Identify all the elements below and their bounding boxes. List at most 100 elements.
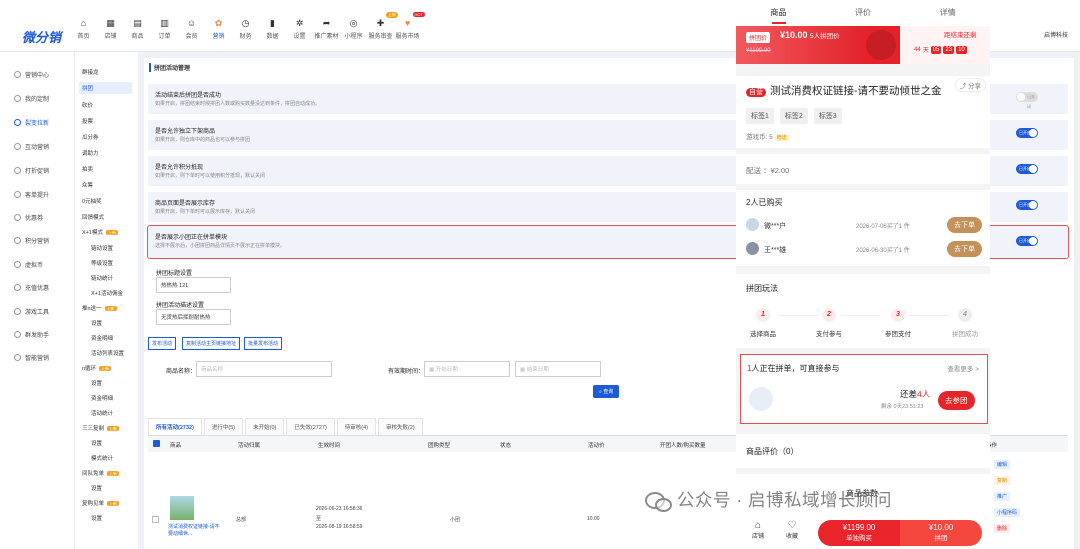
tab-goods[interactable]: 商品	[736, 0, 821, 26]
sub-nav-item[interactable]: 等级设置	[91, 257, 144, 269]
left-nav-item[interactable]: 游戏工具	[14, 307, 49, 316]
tab-reviews[interactable]: 评价	[821, 0, 906, 26]
sub-nav-group[interactable]: 推n送一 上新	[82, 302, 135, 314]
tab-detail[interactable]: 详情	[905, 0, 990, 26]
left-nav-item[interactable]: 营销中心	[14, 70, 49, 79]
tab-not-started[interactable]: 未开始(0)	[245, 418, 285, 435]
join-group-button[interactable]: 去参团	[938, 391, 975, 410]
left-nav-item[interactable]: 虚拟币	[14, 260, 43, 269]
sub-nav-item[interactable]: 拼团	[79, 82, 132, 94]
sub-nav-group[interactable]: 三三复制 上新	[82, 422, 135, 434]
nav-store[interactable]: ▦ 店铺	[97, 18, 124, 40]
left-nav-item[interactable]: 充值优惠	[14, 283, 49, 292]
nav-settings[interactable]: ✲ 设置	[286, 18, 313, 40]
left-nav-item[interactable]: 智能营销	[14, 353, 49, 362]
sub-nav-item[interactable]: 群接龙	[82, 66, 135, 78]
sub-nav-item[interactable]: 资金明细	[91, 332, 144, 344]
left-nav-item[interactable]: 打折促销	[14, 166, 49, 175]
left-nav-item[interactable]: 群发助手	[14, 330, 49, 339]
nav-goods[interactable]: ▤ 商品	[124, 18, 151, 40]
query-button[interactable]: ⌕ 查询	[593, 385, 620, 398]
watermark: 公众号 · 启博私域增长顾问	[645, 487, 892, 512]
setting-toggle[interactable]: 已开启	[1016, 128, 1038, 138]
sub-nav-item[interactable]: 设置	[91, 512, 144, 524]
sub-nav-item[interactable]: 众筹	[82, 179, 135, 191]
setting-toggle[interactable]: 已开启	[1016, 200, 1038, 210]
tab-pending[interactable]: 待审核(4)	[336, 418, 377, 435]
setting-toggle[interactable]: 已开启	[1016, 164, 1038, 174]
nav-finance[interactable]: ◷ 财务	[232, 18, 259, 40]
publish-button[interactable]: 发布活动	[148, 337, 177, 350]
sub-nav-item[interactable]: X+1活动佣金	[91, 287, 144, 299]
order-button[interactable]: 去下单	[947, 217, 982, 233]
delete-button[interactable]: 删除	[994, 524, 1011, 533]
sub-nav-item[interactable]: 设置	[91, 482, 144, 494]
tab-ongoing[interactable]: 进行中(5)	[203, 418, 244, 435]
sub-nav-item[interactable]: 拍卖	[82, 163, 135, 175]
setting-toggle[interactable]: 已关闭	[1016, 92, 1038, 109]
nav-home[interactable]: ⌂ 首页	[70, 18, 97, 40]
sub-nav-item[interactable]: 模式统计	[91, 452, 144, 464]
sub-nav-item[interactable]: 砍价	[82, 99, 135, 111]
batch-publish-button[interactable]: 批量发布活动	[244, 337, 283, 350]
left-nav-item[interactable]: 互动营销	[14, 142, 49, 151]
sub-nav-item[interactable]: 投票	[82, 115, 135, 127]
copy-link-button[interactable]: 复制活动主页链接地址	[182, 337, 241, 350]
buy-alone-button[interactable]: ¥1199.00 单独购买	[818, 520, 900, 546]
start-date-input[interactable]: ▦ 开始日期	[424, 361, 510, 377]
see-more-link[interactable]: 查看更多 >	[947, 363, 979, 373]
select-all-checkbox[interactable]	[153, 440, 160, 447]
company-name[interactable]: 启博科技	[1044, 30, 1068, 39]
sub-nav-group[interactable]: n循环 上新	[82, 362, 135, 374]
product-name-link[interactable]: 测试消费权证链接-请不要动细世...	[168, 523, 224, 537]
qrcode-button[interactable]: 小程序码	[994, 508, 1021, 517]
sub-nav-item[interactable]: 回馈模式	[82, 211, 135, 223]
nav-data[interactable]: ▮ 数据	[259, 18, 286, 40]
name-search-input[interactable]: 商品名称	[196, 361, 332, 377]
nav-market[interactable]: HOT ♥ 服务市场	[394, 12, 425, 40]
sub-nav-item[interactable]: 链动统计	[91, 272, 144, 284]
left-nav-item[interactable]: 客单提升	[14, 190, 49, 199]
share-button[interactable]: ⤴ 分享	[954, 78, 986, 92]
sub-nav-item[interactable]: 瓜分券	[82, 131, 135, 143]
promote-button[interactable]: 推广	[994, 492, 1011, 501]
sub-nav-item[interactable]: 设置	[91, 377, 144, 389]
left-nav-item[interactable]: 裂变拉新	[14, 118, 49, 127]
desc-input[interactable]: 无货热后挥耐耐热热	[156, 309, 231, 325]
favorite-button[interactable]: ♡ 收藏	[782, 520, 802, 540]
sub-nav-item[interactable]: 活动列表设置	[91, 347, 144, 359]
end-date-input[interactable]: ▦ 结束日期	[515, 361, 601, 377]
sub-nav-item[interactable]: 设置	[91, 437, 144, 449]
sub-nav-item[interactable]: 0元抽奖	[82, 195, 135, 207]
tab-all[interactable]: 所有活动(2732)	[148, 418, 202, 435]
sub-nav-group[interactable]: X+1模式 上新	[82, 226, 135, 238]
copy-button[interactable]: 复制	[994, 476, 1011, 485]
nav-review[interactable]: 上新 ✚ 服务审查	[367, 12, 398, 40]
setting-toggle[interactable]: 已开启	[1016, 236, 1038, 246]
store-button[interactable]: ⌂ 店铺	[748, 520, 768, 540]
tag-input[interactable]: 热热热 121	[156, 277, 231, 293]
sub-nav-item[interactable]: 链动设置	[91, 242, 144, 254]
left-nav-item[interactable]: 积分营销	[14, 236, 49, 245]
nav-order[interactable]: ▥ 订单	[151, 18, 178, 40]
need-count: 还差4人	[900, 389, 931, 399]
nav-marketing[interactable]: ✿ 营销	[205, 18, 232, 40]
section-title: 拼团活动管理	[149, 63, 190, 72]
sub-nav-item[interactable]: 设置	[91, 317, 144, 329]
sub-nav-group[interactable]: 复购见单 上新	[82, 497, 135, 509]
sub-nav-item[interactable]: 资金明细	[91, 392, 144, 404]
row-checkbox[interactable]	[152, 516, 159, 523]
nav-share[interactable]: ➦ 推广素材	[313, 18, 340, 40]
edit-button[interactable]: 编辑	[994, 460, 1011, 469]
order-button[interactable]: 去下单	[947, 241, 982, 257]
tab-expired[interactable]: 已失效(2727)	[286, 418, 335, 435]
group-buy-button[interactable]: ¥10.00 拼团	[900, 520, 982, 546]
nav-miniapp[interactable]: ◎ 小程序	[340, 18, 367, 40]
sub-nav-item[interactable]: 活动统计	[91, 407, 144, 419]
left-nav-item[interactable]: 我的定制	[14, 94, 49, 103]
sub-nav-item[interactable]: 调助力	[82, 147, 135, 159]
sub-nav-group[interactable]: 间队免单 上新	[82, 467, 135, 479]
left-nav-item[interactable]: 优惠券	[14, 213, 43, 222]
tab-failed[interactable]: 审核失败(2)	[378, 418, 423, 435]
nav-member[interactable]: ☺ 会员	[178, 18, 205, 40]
